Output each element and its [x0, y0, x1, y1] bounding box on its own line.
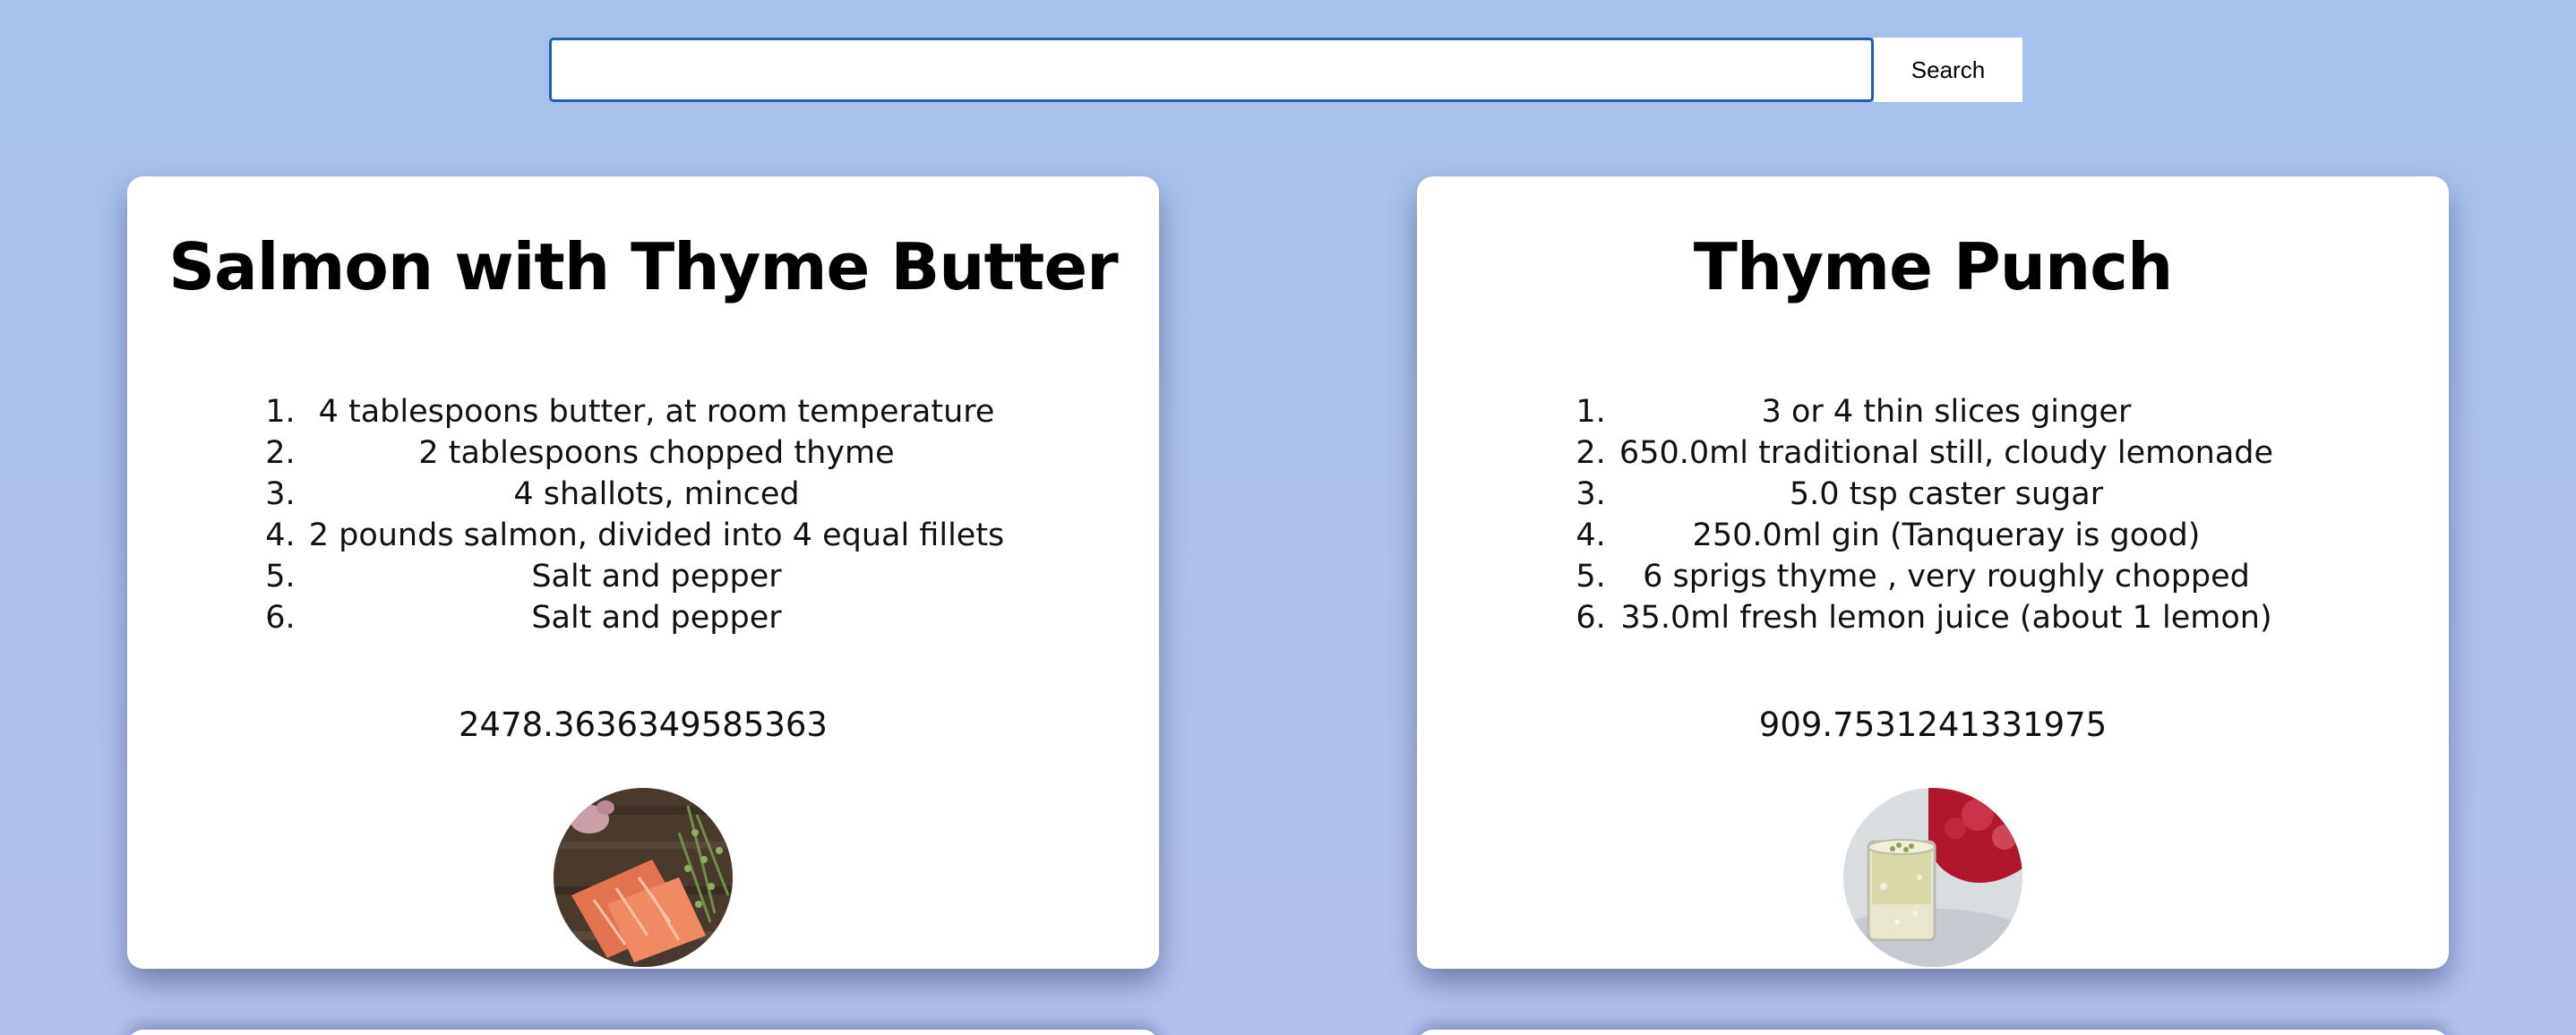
recipe-title: Salmon with Thyme Butter — [168, 229, 1118, 304]
ingredients-list-container: 3 or 4 thin slices ginger 650.0ml tradit… — [1417, 391, 2449, 638]
ingredient-item: Salt and pepper — [305, 597, 1005, 638]
ingredient-item: 650.0ml traditional still, cloudy lemona… — [1616, 432, 2273, 474]
next-recipe-card-edge — [1417, 1030, 2449, 1035]
salmon-photo — [554, 788, 733, 967]
ingredients-list-container: 4 tablespoons butter, at room temperatur… — [127, 391, 1159, 638]
recipe-card: Salmon with Thyme Butter 4 tablespoons b… — [127, 176, 1159, 969]
ingredients-list: 4 tablespoons butter, at room temperatur… — [282, 391, 1005, 638]
ingredient-item: 2 pounds salmon, divided into 4 equal fi… — [305, 515, 1005, 556]
search-input[interactable] — [549, 38, 1874, 102]
recipe-title: Thyme Punch — [1693, 229, 2173, 304]
ingredient-item: 4 shallots, minced — [305, 474, 1005, 515]
ingredient-item: 3 or 4 thin slices ginger — [1616, 391, 2273, 432]
recipe-number: 2478.3636349585363 — [459, 706, 828, 744]
ingredient-item: 4 tablespoons butter, at room temperatur… — [305, 391, 1005, 432]
ingredient-item: Salt and pepper — [305, 556, 1005, 597]
next-recipe-card-edge — [127, 1030, 1159, 1035]
recipe-card: Thyme Punch 3 or 4 thin slices ginger 65… — [1417, 176, 2449, 969]
ingredients-list: 3 or 4 thin slices ginger 650.0ml tradit… — [1593, 391, 2273, 638]
punch-photo — [1843, 788, 2022, 967]
search-button[interactable]: Search — [1874, 38, 2022, 102]
ingredient-item: 5.0 tsp caster sugar — [1616, 474, 2273, 515]
search-bar: Search — [549, 38, 2022, 102]
recipe-number: 909.7531241331975 — [1758, 706, 2108, 744]
ingredient-item: 250.0ml gin (Tanqueray is good) — [1616, 515, 2273, 556]
ingredient-item: 6 sprigs thyme , very roughly chopped — [1616, 556, 2273, 597]
ingredient-item: 2 tablespoons chopped thyme — [305, 432, 1005, 474]
ingredient-item: 35.0ml fresh lemon juice (about 1 lemon) — [1616, 597, 2273, 638]
